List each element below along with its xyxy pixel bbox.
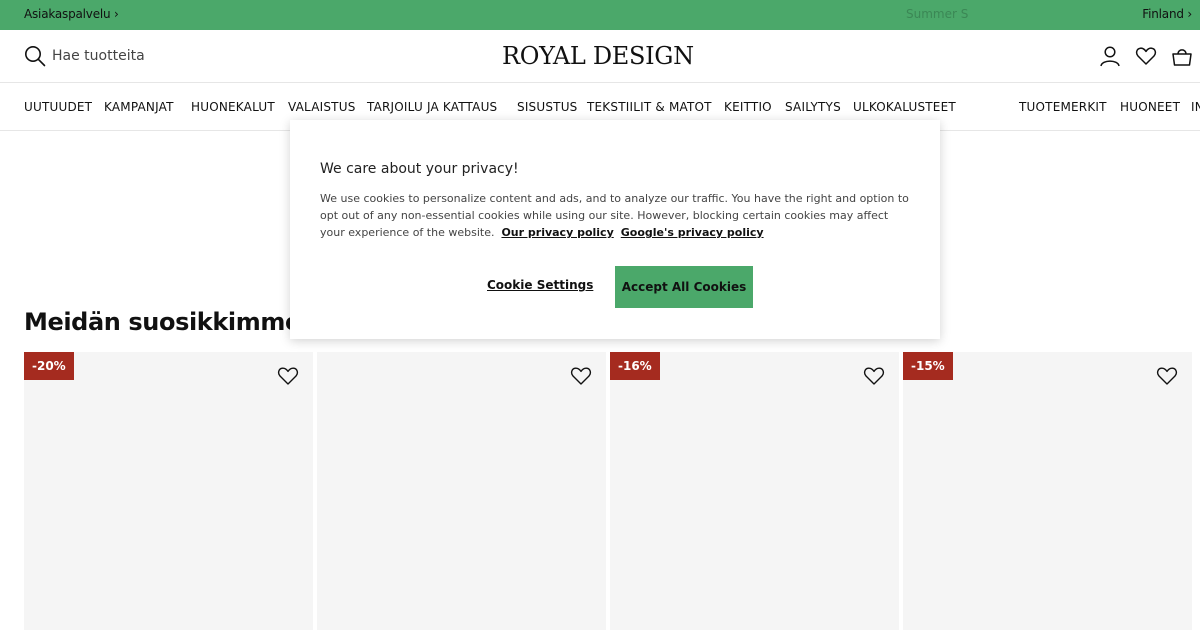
cookie-consent-dialog: We care about your privacy! We use cooki… bbox=[290, 120, 940, 339]
site-logo[interactable]: ROYAL DESIGN bbox=[502, 42, 694, 70]
bag-icon[interactable] bbox=[1171, 45, 1193, 67]
customer-service-link[interactable]: Asiakaspalvelu › bbox=[24, 7, 119, 21]
wishlist-heart-icon[interactable] bbox=[863, 366, 885, 386]
nav-item-uutuudet[interactable]: UUTUUDET bbox=[24, 100, 92, 114]
product-card[interactable]: -15% bbox=[903, 352, 1192, 630]
cookie-title: We care about your privacy! bbox=[320, 161, 519, 177]
wishlist-heart-icon[interactable] bbox=[570, 366, 592, 386]
nav-item-tuotemerkit[interactable]: TUOTEMERKIT bbox=[1019, 100, 1107, 114]
nav-item-valaistus[interactable]: VALAISTUS bbox=[288, 100, 356, 114]
nav-item-tekstiilit[interactable]: TEKSTIILIT & MATOT bbox=[587, 100, 712, 114]
nav-item-sailytys[interactable]: SAILYTYS bbox=[785, 100, 841, 114]
search-input[interactable] bbox=[52, 45, 352, 67]
nav-item-kampanjat[interactable]: KAMPANJAT bbox=[104, 100, 174, 114]
nav-item-huoneet[interactable]: HUONEET bbox=[1120, 100, 1180, 114]
wishlist-heart-icon[interactable] bbox=[1156, 366, 1178, 386]
site-header: ROYAL DESIGN bbox=[0, 30, 1200, 83]
search-icon[interactable] bbox=[24, 45, 46, 67]
cookie-body-text: We use cookies to personalize content an… bbox=[320, 192, 909, 239]
top-bar: Asiakaspalvelu › Summer S Finland › bbox=[0, 0, 1200, 30]
wishlist-heart-icon[interactable] bbox=[277, 366, 299, 386]
country-selector[interactable]: Finland › bbox=[1142, 7, 1192, 21]
product-card[interactable]: -16% bbox=[610, 352, 899, 630]
section-title: Meidän suosikkimme bbox=[24, 308, 301, 336]
cookie-settings-button[interactable]: Cookie Settings bbox=[487, 278, 593, 292]
nav-item-huonekalut[interactable]: HUONEKALUT bbox=[191, 100, 275, 114]
promo-ticker[interactable]: Summer S bbox=[906, 7, 968, 21]
product-card[interactable] bbox=[317, 352, 606, 630]
product-card[interactable]: -20% bbox=[24, 352, 313, 630]
wishlist-heart-icon[interactable] bbox=[1135, 45, 1157, 67]
google-privacy-policy-link[interactable]: Google's privacy policy bbox=[621, 226, 764, 239]
nav-item-in[interactable]: IN bbox=[1191, 100, 1200, 114]
privacy-policy-link[interactable]: Our privacy policy bbox=[501, 226, 613, 239]
nav-item-tarjoilu[interactable]: TARJOILU JA KATTAUS bbox=[367, 100, 497, 114]
nav-item-sisustus[interactable]: SISUSTUS bbox=[517, 100, 578, 114]
discount-badge: -16% bbox=[610, 352, 660, 380]
nav-item-keittio[interactable]: KEITTIO bbox=[724, 100, 772, 114]
discount-badge: -20% bbox=[24, 352, 74, 380]
accept-all-cookies-button[interactable]: Accept All Cookies bbox=[615, 266, 753, 308]
user-icon[interactable] bbox=[1099, 45, 1121, 67]
nav-item-ulkokalusteet[interactable]: ULKOKALUSTEET bbox=[853, 100, 956, 114]
cookie-body: We use cookies to personalize content an… bbox=[320, 190, 915, 241]
discount-badge: -15% bbox=[903, 352, 953, 380]
